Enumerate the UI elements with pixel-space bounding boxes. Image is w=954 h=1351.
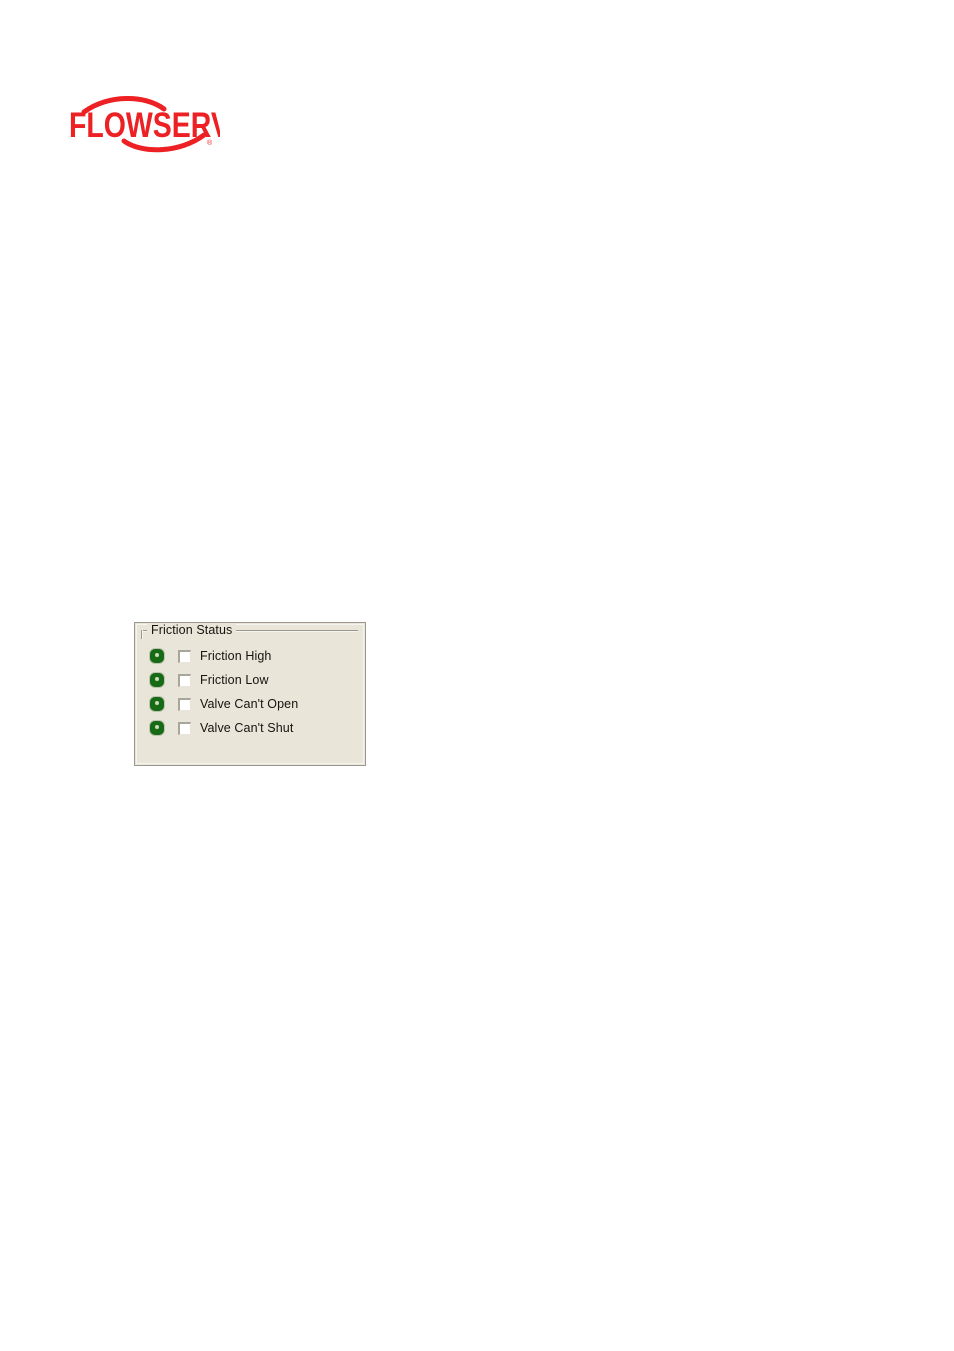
status-led-core	[155, 725, 159, 729]
valve-cant-shut-checkbox[interactable]	[178, 721, 191, 735]
status-led-core	[155, 701, 159, 705]
valve-cant-open-checkbox[interactable]	[178, 697, 191, 711]
friction-status-row-list: Friction High Friction Low Valve Can't O…	[143, 644, 361, 740]
valve-cant-open-label: Valve Can't Open	[200, 696, 299, 711]
flowserve-logo: FLOWSERVE ®	[68, 92, 220, 154]
friction-low-checkbox[interactable]	[178, 673, 191, 687]
panel-left-etched-notch	[141, 630, 143, 639]
friction-status-row: Valve Can't Shut	[143, 716, 361, 740]
valve-cant-shut-label: Valve Can't Shut	[200, 720, 294, 735]
status-led-icon	[149, 720, 165, 736]
status-led-icon	[149, 648, 165, 664]
status-led-icon	[149, 696, 165, 712]
friction-status-panel: Friction Status Friction High Friction L…	[134, 622, 366, 766]
panel-title: Friction Status	[147, 623, 237, 638]
status-led-icon	[149, 672, 165, 688]
friction-high-checkbox[interactable]	[178, 649, 191, 663]
status-led-core	[155, 653, 159, 657]
friction-status-row: Friction Low	[143, 668, 361, 692]
friction-high-label: Friction High	[200, 648, 272, 663]
friction-status-row: Friction High	[143, 644, 361, 668]
friction-status-row: Valve Can't Open	[143, 692, 361, 716]
status-led-core	[155, 677, 159, 681]
logo-registered-trademark-icon: ®	[207, 139, 213, 147]
friction-low-label: Friction Low	[200, 672, 269, 687]
